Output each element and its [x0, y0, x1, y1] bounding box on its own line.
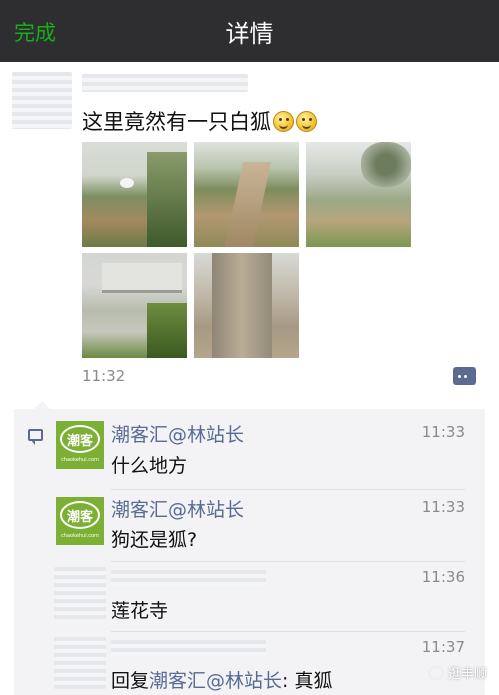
comment-text: 莲花寺 [111, 600, 169, 622]
wechat-icon [427, 665, 444, 680]
comment-time: 11:37 [421, 638, 465, 656]
comment-item: 潮客 chaokehui.com 潮客汇@林站长 11:33 狗还是狐? [14, 489, 485, 561]
comment-item: 潮客 chaokehui.com 潮客汇@林站长 11:33 什么地方 [14, 409, 485, 489]
post-photo-1[interactable] [82, 142, 187, 247]
nav-bar: 完成 详情 [0, 0, 499, 62]
watermark: 逛丰顺 [427, 663, 487, 682]
commenter-name[interactable] [111, 570, 266, 586]
comment-section: 潮客 chaokehui.com 潮客汇@林站长 11:33 什么地方 潮客 c… [14, 401, 485, 695]
more-options-icon[interactable] [453, 367, 476, 385]
avatar-logo-subtext: chaokehui.com [61, 533, 99, 539]
comment-time: 11:33 [421, 423, 465, 441]
commenter-name[interactable] [111, 640, 266, 656]
reply-body: 真狐 [294, 670, 333, 692]
white-fox [120, 178, 134, 188]
commenter-avatar[interactable] [54, 637, 106, 689]
post-text-body: 这里竟然有一只白狐 [82, 110, 271, 134]
commenter-name[interactable]: 潮客汇@林站长 [111, 495, 244, 522]
comment-text: 回复潮客汇@林站长: 真狐 [111, 666, 333, 693]
reply-prefix: 回复 [111, 670, 150, 692]
commenter-avatar[interactable]: 潮客 chaokehui.com [56, 497, 104, 545]
avatar-logo-text: 潮客 [60, 425, 100, 453]
comment-text: 什么地方 [111, 455, 188, 477]
comment-time: 11:36 [421, 568, 465, 586]
post-photo-4[interactable] [82, 253, 187, 358]
avatar-logo-subtext: chaokehui.com [61, 457, 99, 463]
page-title: 详情 [225, 20, 274, 48]
reply-separator: : [282, 670, 295, 692]
post-photo-3[interactable] [306, 142, 411, 247]
comment-text: 狗还是狐? [111, 529, 198, 551]
commenter-avatar[interactable] [54, 567, 106, 619]
comment-time: 11:33 [421, 498, 465, 516]
post-photo-5[interactable] [194, 253, 299, 358]
comment-item: 11:37 回复潮客汇@林站长: 真狐 [14, 631, 485, 695]
commenter-name[interactable]: 潮客汇@林站长 [111, 420, 244, 447]
post-text: 这里竟然有一只白狐 [82, 106, 317, 136]
commenter-avatar[interactable]: 潮客 chaokehui.com [56, 421, 104, 469]
watermark-text: 逛丰顺 [447, 667, 487, 682]
smile-emoji-icon [273, 111, 294, 132]
poster-name[interactable] [82, 74, 248, 92]
post-photo-2[interactable] [194, 142, 299, 247]
comment-item: 11:36 莲花寺 [14, 561, 485, 631]
smile-emoji-icon [296, 111, 317, 132]
avatar-logo-text: 潮客 [60, 501, 100, 529]
poster-avatar[interactable] [12, 72, 72, 129]
reply-to-name[interactable]: 潮客汇@林站长 [149, 670, 282, 692]
post-time: 11:32 [82, 367, 126, 385]
